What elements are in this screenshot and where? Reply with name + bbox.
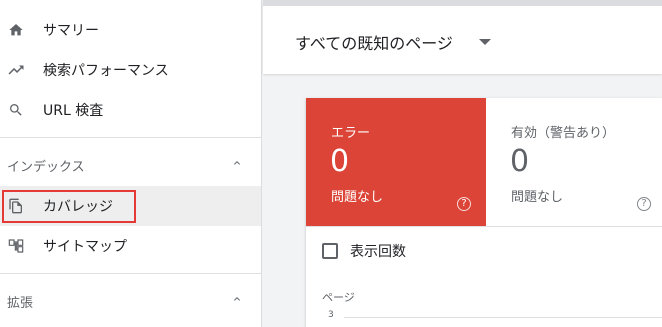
coverage-card: エラー 0 問題なし ? 有効（警告あり） 0 問題なし ? 表示回数 ページ … — [306, 98, 662, 327]
sidebar-item-performance[interactable]: 検索パフォーマンス — [0, 50, 261, 90]
sidebar-item-summary[interactable]: サマリー — [0, 10, 261, 50]
sidebar-item-label: サイトマップ — [43, 239, 127, 255]
page-filter-label: すべての既知のページ — [295, 34, 453, 53]
tile-value: 0 — [330, 144, 350, 179]
chevron-up-icon — [231, 157, 243, 173]
section-enhancements-header[interactable]: 拡張 — [0, 281, 261, 321]
sidebar: サマリー 検索パフォーマンス URL 検査 インデックス カバレッジ サイトマッ… — [0, 0, 262, 327]
sidebar-item-url-inspection[interactable]: URL 検査 — [0, 90, 261, 130]
sidebar-item-label: サマリー — [43, 23, 99, 39]
sidebar-item-label: 検索パフォーマンス — [43, 63, 169, 79]
tile-label: 有効（警告あり） — [511, 126, 616, 141]
tile-status: 問題なし — [511, 190, 564, 205]
chart-y-tick: 3 — [328, 310, 334, 320]
valid-warning-tile[interactable]: 有効（警告あり） 0 問題なし ? — [486, 98, 662, 226]
error-tile[interactable]: エラー 0 問題なし ? — [306, 98, 486, 226]
search-icon — [7, 101, 25, 119]
sidebar-item-label: カバレッジ — [43, 199, 113, 215]
section-index-header[interactable]: インデックス — [0, 145, 261, 185]
chart-gridline — [344, 317, 662, 318]
chart-y-axis-title: ページ — [322, 291, 355, 304]
sidebar-item-sitemap[interactable]: サイトマップ — [0, 226, 261, 266]
impressions-toggle[interactable]: 表示回数 — [322, 241, 406, 261]
help-icon[interactable]: ? — [457, 197, 471, 211]
dropdown-arrow-icon — [478, 39, 491, 45]
chevron-up-icon — [231, 293, 243, 309]
sidebar-item-coverage[interactable]: カバレッジ — [0, 186, 261, 226]
sidebar-divider — [0, 137, 261, 138]
trending-up-icon — [7, 61, 25, 79]
tile-value: 0 — [510, 144, 530, 179]
page-filter-dropdown[interactable]: すべての既知のページ — [295, 30, 491, 54]
help-icon[interactable]: ? — [637, 197, 651, 211]
card-divider — [306, 226, 662, 227]
section-title: 拡張 — [7, 295, 34, 311]
section-title: インデックス — [7, 159, 85, 175]
sidebar-divider — [0, 273, 261, 274]
tile-label: エラー — [331, 126, 371, 141]
home-icon — [7, 21, 25, 39]
coverage-icon — [7, 197, 25, 215]
impressions-label: 表示回数 — [350, 244, 406, 260]
sidebar-item-label: URL 検査 — [43, 103, 104, 119]
tile-status: 問題なし — [331, 190, 384, 205]
impressions-checkbox[interactable] — [322, 243, 338, 259]
page-filter-bar: すべての既知のページ — [263, 0, 662, 74]
sitemap-icon — [7, 237, 25, 255]
